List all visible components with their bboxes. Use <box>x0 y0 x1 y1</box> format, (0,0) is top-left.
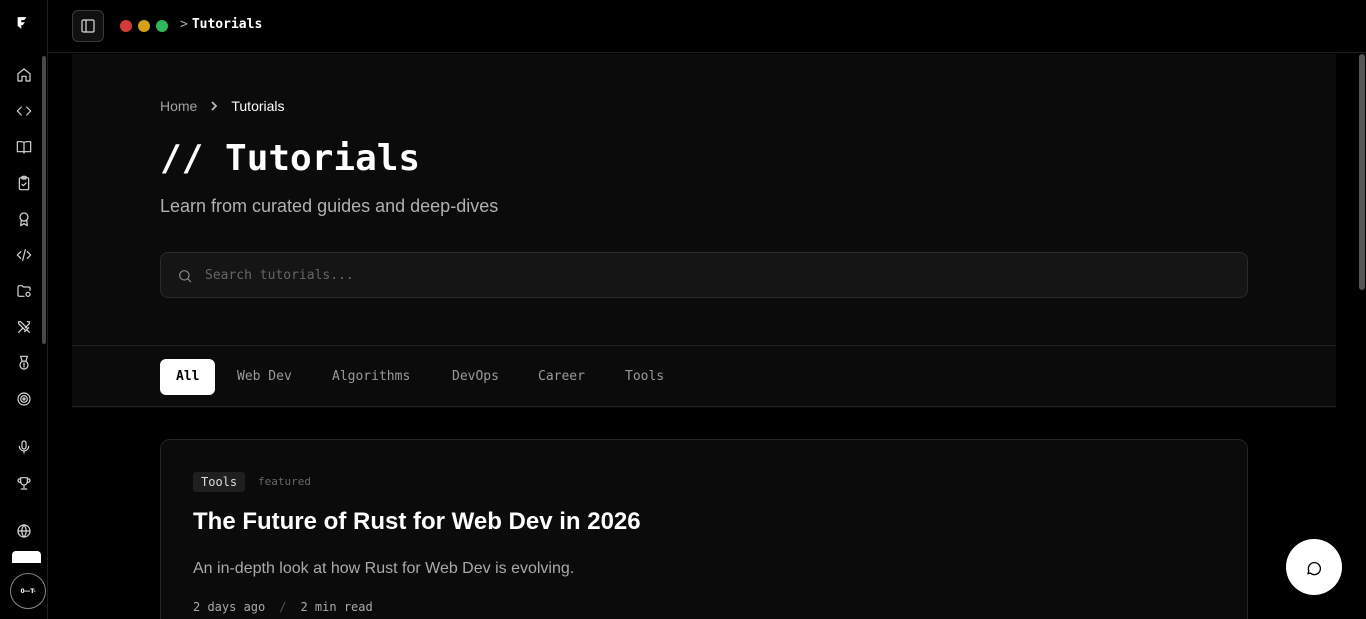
card-title[interactable]: The Future of Rust for Web Dev in 2026 <box>193 508 641 536</box>
tab-career[interactable]: Career <box>522 359 601 395</box>
code-icon[interactable] <box>14 101 34 121</box>
page-subtitle: Learn from curated guides and deep-dives <box>160 196 499 216</box>
featured-tutorial-card[interactable]: Tools featured The Future of Rust for We… <box>160 439 1248 619</box>
category-filters: All Web Dev Algorithms DevOps Career Too… <box>72 347 1336 407</box>
page-scrollbar[interactable] <box>1359 54 1365 290</box>
card-date: 2 days ago <box>193 600 266 614</box>
clipboard-check-icon[interactable] <box>14 173 34 193</box>
top-bar: > Tutorials <box>48 0 1366 53</box>
featured-badge: featured <box>258 475 311 488</box>
avatar[interactable]: 0—T- <box>10 573 46 609</box>
red-dot <box>120 20 132 32</box>
code-slash-icon[interactable] <box>14 245 34 265</box>
book-icon[interactable] <box>14 137 34 157</box>
panel-left-icon <box>81 19 95 33</box>
tab-web-dev[interactable]: Web Dev <box>221 359 308 395</box>
swords-icon[interactable] <box>14 317 34 337</box>
search-icon <box>179 270 192 283</box>
avatar-text: 0—T- <box>20 587 36 595</box>
breadcrumb-home[interactable]: Home <box>160 98 197 114</box>
chevron-right-icon <box>211 101 218 111</box>
top-breadcrumb-separator: > <box>180 17 188 32</box>
target-icon[interactable] <box>14 389 34 409</box>
sidebar-rail: 0—T- <box>0 0 48 619</box>
award-icon[interactable] <box>14 209 34 229</box>
card-meta: 2 days ago / 2 min read <box>193 600 373 614</box>
breadcrumb: Home Tutorials <box>160 98 285 114</box>
globe-icon[interactable] <box>14 521 34 541</box>
tab-devops[interactable]: DevOps <box>436 359 515 395</box>
home-icon[interactable] <box>14 65 34 85</box>
search-box <box>160 252 1248 298</box>
mic-icon[interactable] <box>14 437 34 457</box>
top-breadcrumb-current: Tutorials <box>191 17 263 32</box>
message-circle-icon <box>1307 561 1322 576</box>
sidebar-scrollbar[interactable] <box>42 56 46 344</box>
top-breadcrumb: > Tutorials <box>180 17 262 32</box>
folder-settings-icon[interactable] <box>14 281 34 301</box>
green-dot <box>156 20 168 32</box>
tab-algorithms[interactable]: Algorithms <box>316 359 426 395</box>
tab-tools[interactable]: Tools <box>609 359 680 395</box>
card-read-time: 2 min read <box>300 600 373 614</box>
yellow-dot <box>138 20 150 32</box>
meta-separator: / <box>279 600 287 614</box>
medal-icon[interactable] <box>14 353 34 373</box>
chat-button[interactable] <box>1286 539 1342 595</box>
toggle-sidebar-button[interactable] <box>72 10 104 42</box>
brand-logo-icon[interactable] <box>14 15 34 37</box>
hero-section: Home Tutorials // Tutorials Learn from c… <box>72 54 1336 346</box>
tab-all[interactable]: All <box>160 359 216 395</box>
breadcrumb-current: Tutorials <box>231 98 285 114</box>
search-input[interactable] <box>205 253 1235 297</box>
category-tag: Tools <box>193 472 246 492</box>
card-description: An in-depth look at how Rust for Web Dev… <box>193 560 575 577</box>
page-title: // Tutorials <box>160 138 421 179</box>
sidebar-extra-button[interactable] <box>12 551 41 563</box>
main-content: Home Tutorials // Tutorials Learn from c… <box>72 54 1336 619</box>
trophy-icon[interactable] <box>14 473 34 493</box>
